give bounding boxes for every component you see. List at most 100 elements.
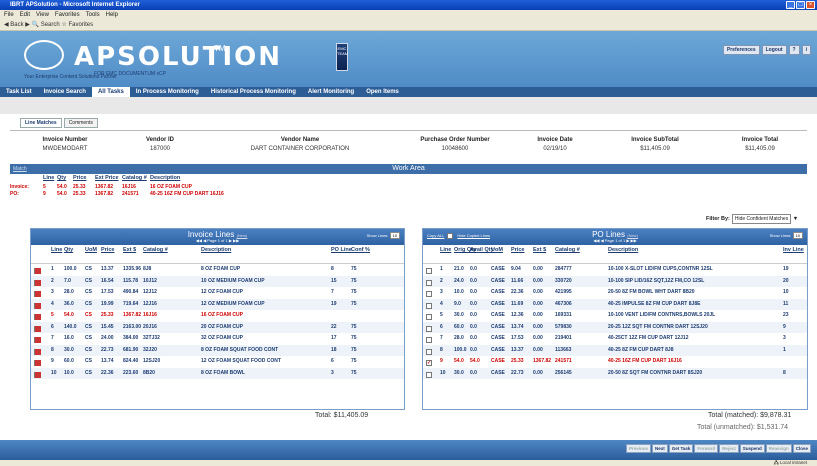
header-button-1[interactable]: Logout <box>761 45 787 55</box>
po-show-select[interactable]: 10 <box>792 232 803 239</box>
row-checkbox[interactable] <box>426 279 432 286</box>
invoice-col-header-ext[interactable]: Ext $ <box>123 247 136 253</box>
invoice-row[interactable]: 2 7.0 CS 16.54 115.78 10J12 10 OZ MEDIUM FOAM … <box>31 275 404 287</box>
search-icon[interactable]: 🔍 <box>32 22 41 28</box>
footer-button-previous[interactable]: Previous <box>625 444 651 453</box>
invoice-col-header-conf[interactable]: Conf % <box>351 247 370 253</box>
po-row[interactable]: 10 30.0 0.0 CASE 22.73 0.00 256145 20-50 8Z SQT… <box>423 367 807 379</box>
po-col-header-uom[interactable]: UoM <box>491 247 503 253</box>
delete-icon[interactable] <box>35 371 41 378</box>
footer-button-reassign[interactable]: Reassign <box>765 444 792 453</box>
invoice-cell-cat: 32J20 <box>143 346 157 353</box>
po-col-header-cat[interactable]: Catalog # <box>555 247 580 253</box>
header-button-0[interactable]: Preferences <box>722 45 760 55</box>
delete-icon[interactable] <box>35 360 41 366</box>
header-button-2[interactable]: ? <box>788 45 800 55</box>
invoice-row[interactable]: 4 36.0 CS 19.99 719.64 12J16 12 OZ MEDIUM FOAM… <box>31 298 404 310</box>
back-button[interactable]: Back <box>10 22 23 28</box>
tab-line-matches[interactable]: Line Matches <box>20 118 62 128</box>
header-button-3[interactable]: i <box>801 45 811 55</box>
invoice-row[interactable]: 8 30.0 CS 22.73 681.90 32J20 8 OZ FOAM SQUAT F… <box>31 344 404 356</box>
invoice-col-header-uom[interactable]: UoM <box>85 247 97 253</box>
po-row[interactable]: 1 21.0 0.0 CASE 9.04 0.00 284777 10-100 X-SLOT … <box>423 264 807 276</box>
footer-button-get-task[interactable]: Get Task <box>668 444 694 453</box>
minimize-icon[interactable]: _ <box>786 1 795 9</box>
invoice-row[interactable]: 10 10.0 CS 22.36 223.60 8B20 8 OZ FOAM BOWL 3 75 <box>31 367 404 379</box>
invoice-row[interactable]: ✓554.0CS25.331367.8216J1616 OZ FOAM CUP <box>31 310 404 322</box>
po-row[interactable]: 5 30.0 0.0 CASE 12.36 0.00 169331 10-100 VENT L… <box>423 310 807 322</box>
search-button[interactable]: Search <box>41 22 60 28</box>
nav-tab-open-items[interactable]: Open Items <box>360 87 405 97</box>
po-pager[interactable]: ◀◀ ◀ Page 1 of 1 ▶ ▶▶ <box>423 238 807 243</box>
invoice-col-header-po[interactable]: PO Line <box>331 247 352 253</box>
po-row[interactable]: 6 60.0 0.0 CASE 13.74 0.00 579830 20-25 12Z SQT… <box>423 321 807 333</box>
invoice-row[interactable]: 1 100.0 CS 13.37 1335.96 8J8 8 OZ FOAM CUP 8 75 <box>31 264 404 276</box>
row-checkbox[interactable] <box>426 325 432 332</box>
filter-select[interactable]: Hide Confident Matches <box>731 214 792 224</box>
nav-tab-all-tasks[interactable]: All Tasks <box>91 87 130 97</box>
delete-icon[interactable] <box>35 314 41 320</box>
row-checkbox[interactable] <box>426 337 432 343</box>
invoice-row[interactable]: 7 16.0 CS 24.00 384.00 32TJ32 32 OZ FOAM CUP 17… <box>31 333 404 345</box>
footer-button-next[interactable]: Next <box>651 444 668 453</box>
row-checkbox[interactable] <box>426 371 432 378</box>
footer-button-reject[interactable]: Reject <box>719 444 739 453</box>
invoice-cell-qty: 60.0 <box>64 358 74 364</box>
delete-icon[interactable] <box>35 337 41 343</box>
po-row[interactable]: ✓ 9 54.0 54.0 CASE 25.33 1367.82 241571 40-25 16… <box>423 356 807 368</box>
invoice-pager[interactable]: ◀◀ ◀ Page 1 of 1 ▶ ▶▶ <box>31 238 404 243</box>
po-row[interactable]: 8 100.0 0.0 CASE 13.37 0.00 113663 40-25 8Z FM … <box>423 344 807 356</box>
invoice-col-header-qty[interactable]: Qty <box>64 247 73 253</box>
po-cell-desc: 40-25 IMPULSE 8Z FM CUP DART 8J8E <box>608 300 701 307</box>
footer-button-suspend[interactable]: Suspend <box>739 444 765 453</box>
delete-icon[interactable] <box>35 279 41 286</box>
invoice-show-select[interactable]: 10 <box>389 232 400 239</box>
footer-button-forward[interactable]: Forward <box>694 444 719 453</box>
menu-item-view[interactable]: View <box>36 12 49 18</box>
footer-button-close[interactable]: Close <box>792 444 811 453</box>
row-checkbox[interactable] <box>426 291 432 297</box>
menu-item-favorites[interactable]: Favorites <box>55 12 80 18</box>
po-row[interactable]: 2 24.0 0.0 CASE 11.66 0.00 330720 10-100 SIP LI… <box>423 275 807 287</box>
po-col-header-desc[interactable]: Description <box>608 247 638 253</box>
delete-icon[interactable] <box>35 268 41 274</box>
po-row[interactable]: 7 28.0 0.0 CASE 17.53 0.00 219401 40-25CT 12Z F… <box>423 333 807 345</box>
match-link[interactable]: Match <box>13 164 27 174</box>
nav-tab-historical-process-monitoring[interactable]: Historical Process Monitoring <box>205 87 302 97</box>
maximize-icon[interactable]: □ <box>796 1 805 9</box>
menu-item-file[interactable]: File <box>4 12 14 18</box>
row-checkbox[interactable] <box>426 302 432 309</box>
po-col-header-ext[interactable]: Ext $ <box>533 247 546 253</box>
favorites-button[interactable]: Favorites <box>68 22 93 28</box>
menu-item-edit[interactable]: Edit <box>20 12 30 18</box>
delete-icon[interactable] <box>35 291 41 297</box>
row-checkbox[interactable] <box>426 268 432 274</box>
row-checkbox[interactable] <box>426 348 432 355</box>
invoice-row[interactable]: 6 140.0 CS 15.45 2163.00 20J16 20 OZ FOAM CUP 2… <box>31 321 404 333</box>
invoice-col-header-desc[interactable]: Description <box>201 247 231 253</box>
nav-tab-in-process-monitoring[interactable]: In Process Monitoring <box>130 87 205 97</box>
po-row[interactable]: 4 9.0 0.0 CASE 11.69 0.00 467306 40-25 IMPULSE … <box>423 298 807 310</box>
nav-tab-task-list[interactable]: Task List <box>0 87 38 97</box>
delete-icon[interactable] <box>35 348 41 355</box>
invoice-row[interactable]: 9 60.0 CS 13.74 824.40 12SJ20 12 OZ FOAM SQUAT… <box>31 356 404 368</box>
invoice-col-header-line[interactable]: Line <box>51 247 62 253</box>
invoice-col-header-price[interactable]: Price <box>101 247 114 253</box>
invoice-row[interactable]: 3 28.0 CS 17.53 490.84 12J12 12 OZ FOAM CUP 7 75 <box>31 287 404 299</box>
delete-icon[interactable] <box>35 302 41 309</box>
close-icon[interactable]: × <box>806 1 815 9</box>
tab-comments[interactable]: Comments <box>63 118 98 128</box>
menu-item-help[interactable]: Help <box>106 12 118 18</box>
invoice-col-header-cat[interactable]: Catalog # <box>143 247 168 253</box>
row-checkbox[interactable]: ✓ <box>426 360 432 366</box>
po-col-header-inv[interactable]: Inv Line <box>783 247 804 253</box>
po-row[interactable]: 3 10.0 0.0 CASE 22.36 0.00 421995 20-50 8Z FM B… <box>423 287 807 299</box>
chevron-down-icon[interactable]: ▼ <box>791 216 798 222</box>
po-col-header-price[interactable]: Price <box>511 247 524 253</box>
po-col-header-line[interactable]: Line <box>440 247 451 253</box>
row-checkbox[interactable] <box>426 314 432 320</box>
nav-tab-alert-monitoring[interactable]: Alert Monitoring <box>302 87 360 97</box>
nav-tab-invoice-search[interactable]: Invoice Search <box>38 87 92 97</box>
delete-icon[interactable] <box>35 325 41 332</box>
menu-item-tools[interactable]: Tools <box>86 12 100 18</box>
